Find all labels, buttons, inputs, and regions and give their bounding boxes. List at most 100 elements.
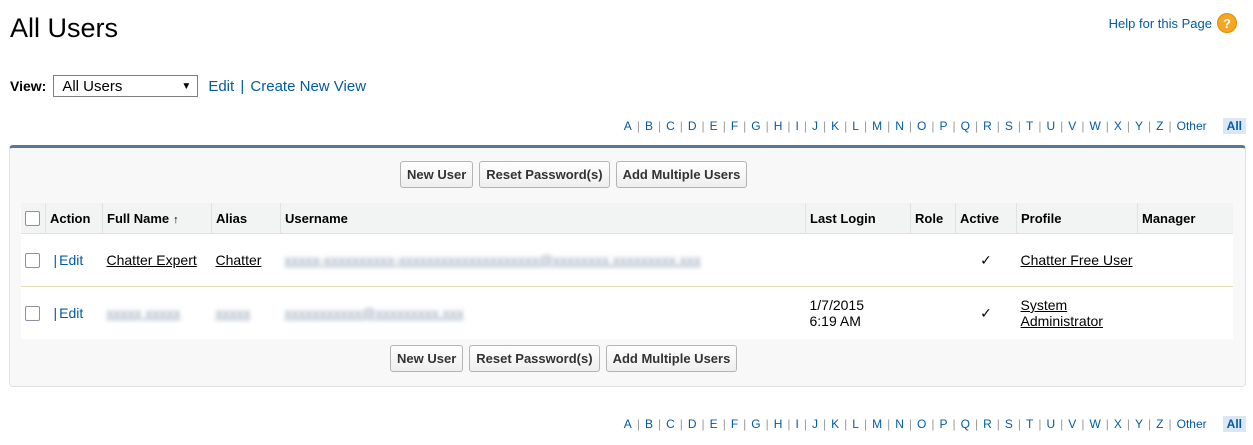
column-header-profile[interactable]: Profile <box>1016 203 1138 234</box>
alpha-filter-q[interactable]: Q <box>961 119 970 133</box>
alpha-filter-g[interactable]: G <box>751 119 760 133</box>
alpha-filter-h[interactable]: H <box>774 417 783 431</box>
alpha-separator: | <box>863 417 868 431</box>
alpha-filter-t[interactable]: T <box>1026 417 1033 431</box>
alpha-filter-y[interactable]: Y <box>1135 417 1143 431</box>
alpha-filter-e[interactable]: E <box>710 417 718 431</box>
alpha-filter-z[interactable]: Z <box>1156 417 1163 431</box>
column-header-role[interactable]: Role <box>910 203 956 234</box>
alpha-filter-all[interactable]: All <box>1222 416 1246 432</box>
profile-link[interactable]: System Administrator <box>1021 297 1103 329</box>
alpha-separator: | <box>823 417 827 431</box>
alpha-filter-r[interactable]: R <box>983 417 992 431</box>
alpha-filter-i[interactable]: I <box>796 119 799 133</box>
add-multiple-users-button[interactable]: Add Multiple Users <box>615 161 748 188</box>
alpha-filter-o[interactable]: O <box>917 417 926 431</box>
alpha-filter-w[interactable]: W <box>1089 417 1100 431</box>
alpha-filter-other[interactable]: Other <box>1177 417 1207 431</box>
alpha-filter-other[interactable]: Other <box>1177 119 1207 133</box>
edit-view-link[interactable]: Edit <box>208 78 234 95</box>
username-link[interactable]: xxxxx-xxxxxxxxxx-xxxxxxxxxxxxxxxxxxxx@xx… <box>285 252 701 268</box>
alpha-filter-u[interactable]: U <box>1047 417 1056 431</box>
alpha-separator: | <box>823 119 827 133</box>
alpha-filter-q[interactable]: Q <box>961 417 970 431</box>
alpha-filter-m[interactable]: M <box>872 417 882 431</box>
alpha-filter-l[interactable]: L <box>852 119 859 133</box>
alpha-filter-u[interactable]: U <box>1047 119 1056 133</box>
alpha-filter-z[interactable]: Z <box>1156 119 1163 133</box>
column-header-active[interactable]: Active <box>955 203 1017 234</box>
alpha-filter-y[interactable]: Y <box>1135 119 1143 133</box>
select-all-checkbox[interactable] <box>25 211 40 227</box>
alpha-filter-l[interactable]: L <box>852 417 859 431</box>
column-header-alias[interactable]: Alias <box>211 203 281 234</box>
alpha-filter-n[interactable]: N <box>895 417 904 431</box>
alpha-filter-n[interactable]: N <box>895 119 904 133</box>
column-header-full-name[interactable]: Full Name ↑ <box>102 203 212 234</box>
alpha-filter-r[interactable]: R <box>983 119 992 133</box>
alias-cell: Chatter <box>211 233 281 287</box>
alpha-filter-h[interactable]: H <box>774 119 783 133</box>
alpha-filter-all[interactable]: All <box>1222 118 1246 134</box>
username-link[interactable]: xxxxxxxxxxx@xxxxxxxxx.xxx <box>285 305 464 321</box>
alpha-filter-d[interactable]: D <box>688 417 697 431</box>
alpha-filter-m[interactable]: M <box>872 119 882 133</box>
alpha-filter-w[interactable]: W <box>1089 119 1100 133</box>
alpha-filter-o[interactable]: O <box>917 119 926 133</box>
alias-link[interactable]: xxxxx <box>216 305 251 321</box>
alpha-filter-t[interactable]: T <box>1026 119 1033 133</box>
full-name-link[interactable]: Chatter Expert <box>107 252 197 268</box>
profile-link[interactable]: Chatter Free User <box>1021 252 1133 268</box>
alpha-filter-s[interactable]: S <box>1005 417 1013 431</box>
column-header-action: Action <box>45 203 103 234</box>
new-user-button[interactable]: New User <box>390 345 464 372</box>
alpha-filter-a[interactable]: A <box>624 417 632 431</box>
alpha-filter-e[interactable]: E <box>710 119 718 133</box>
alias-link[interactable]: Chatter <box>216 252 262 268</box>
view-select-value: All Users <box>62 77 123 95</box>
alpha-filter-p[interactable]: P <box>939 119 947 133</box>
create-new-view-link[interactable]: Create New View <box>250 78 366 95</box>
alpha-separator: | <box>743 417 747 431</box>
alpha-filter-s[interactable]: S <box>1005 119 1013 133</box>
reset-password-button[interactable]: Reset Password(s) <box>469 345 600 372</box>
alpha-filter-k[interactable]: K <box>831 417 839 431</box>
help-link[interactable]: Help for this Page ? <box>1109 13 1237 33</box>
alpha-filter-j[interactable]: J <box>812 417 818 431</box>
alpha-filter-j[interactable]: J <box>812 119 818 133</box>
alpha-filter-x[interactable]: X <box>1114 119 1122 133</box>
alpha-filter-k[interactable]: K <box>831 119 839 133</box>
alpha-filter-g[interactable]: G <box>751 417 760 431</box>
reset-password-button[interactable]: Reset Password(s) <box>479 161 610 188</box>
alpha-filter-p[interactable]: P <box>939 417 947 431</box>
alpha-filter-d[interactable]: D <box>688 119 697 133</box>
alpha-separator: | <box>657 119 662 133</box>
alpha-filter-v[interactable]: V <box>1068 417 1076 431</box>
alpha-separator: | <box>996 119 1000 133</box>
edit-user-link[interactable]: Edit <box>59 252 83 268</box>
alpha-filter-c[interactable]: C <box>666 119 675 133</box>
column-header-username[interactable]: Username <box>280 203 806 234</box>
alpha-filter-f[interactable]: F <box>731 417 738 431</box>
add-multiple-users-button[interactable]: Add Multiple Users <box>605 345 738 372</box>
new-user-button[interactable]: New User <box>400 161 474 188</box>
full-name-link[interactable]: xxxxx xxxxx <box>107 305 181 321</box>
alpha-filter-b[interactable]: B <box>645 417 653 431</box>
column-header-last-login[interactable]: Last Login <box>805 203 911 234</box>
alpha-separator: | <box>908 417 913 431</box>
alpha-filter-c[interactable]: C <box>666 417 675 431</box>
alpha-filter-v[interactable]: V <box>1068 119 1076 133</box>
alpha-filter-i[interactable]: I <box>796 417 799 431</box>
alpha-filter-b[interactable]: B <box>645 119 653 133</box>
view-select[interactable]: All Users ▼ <box>53 75 199 97</box>
username-cell: xxxxx-xxxxxxxxxx-xxxxxxxxxxxxxxxxxxxx@xx… <box>280 233 806 287</box>
row-checkbox[interactable] <box>25 306 40 322</box>
edit-user-link[interactable]: Edit <box>59 305 83 321</box>
column-header-manager[interactable]: Manager <box>1137 203 1233 234</box>
help-icon: ? <box>1217 13 1237 33</box>
alpha-filter-f[interactable]: F <box>731 119 738 133</box>
alpha-filter-a[interactable]: A <box>624 119 632 133</box>
alpha-filter-x[interactable]: X <box>1114 417 1122 431</box>
row-checkbox[interactable] <box>25 253 40 269</box>
page-title: All Users <box>10 13 119 43</box>
